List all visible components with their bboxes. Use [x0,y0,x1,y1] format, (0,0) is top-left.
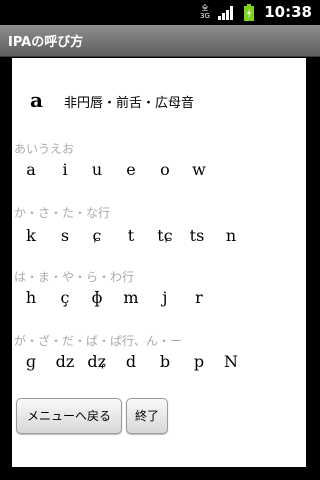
ipa-symbol-button[interactable]: u [82,160,112,179]
ipa-symbol-button[interactable]: d [116,352,146,371]
symbol-row-vowels: a i u e o w [12,160,306,182]
ipa-symbol-button[interactable]: tɕ [150,226,180,245]
ipa-symbol-button[interactable]: a [16,160,46,179]
status-time: 10:38 [264,3,312,21]
ipa-symbol-button[interactable]: b [150,352,180,371]
ipa-symbol-button[interactable]: p [184,352,214,371]
ipa-symbol-button[interactable]: h [16,288,46,307]
ipa-symbol-button[interactable]: ɕ [82,226,112,245]
ipa-symbol-button[interactable]: t [116,226,146,245]
ipa-symbol-button[interactable]: s [50,226,80,245]
status-bar: 全 3G 10:38 [0,0,320,25]
signal-icon [218,6,233,20]
group-label-k-s-t-n: か・さ・た・な行 [14,206,111,220]
ipa-symbol-button[interactable]: N [216,352,246,371]
group-label-vowels: あいうえお [14,142,75,156]
symbol-row-voiced: ɡ dz dʑ d b p N [12,352,306,374]
selected-description: 非円唇・前舌・広母音 [64,96,195,111]
ipa-symbol-button[interactable]: n [216,226,246,245]
content-panel: a 非円唇・前舌・広母音 あいうえお a i u e o w か・さ・た・な行 … [12,58,306,467]
ipa-symbol-button[interactable]: o [150,160,180,179]
group-label-h-m-y-r-w: は・ま・や・ら・わ行 [14,270,135,284]
ipa-symbol-button[interactable]: e [116,160,146,179]
exit-button[interactable]: 終了 [126,398,168,434]
ipa-symbol-button[interactable]: j [150,288,180,307]
battery-icon [244,4,254,21]
title-bar: IPAの呼び方 [0,25,320,57]
ipa-symbol-button[interactable]: m [116,288,146,307]
ipa-symbol-button[interactable]: ɸ [82,288,112,307]
ipa-symbol-button[interactable]: ç [50,288,80,307]
ipa-symbol-button[interactable]: dʑ [82,352,112,371]
ipa-symbol-button[interactable]: i [50,160,80,179]
ipa-symbol-button[interactable]: k [16,226,46,245]
ipa-symbol-button[interactable]: w [184,160,214,179]
ipa-symbol-button[interactable]: dz [50,352,80,371]
back-to-menu-button[interactable]: メニューへ戻る [16,398,122,434]
network-type-label: 全 3G [200,4,210,20]
symbol-row-h-m-y-r-w: h ç ɸ m j r [12,288,306,310]
group-label-voiced: が・ざ・だ・ば・ぱ行、ん・ー [14,334,183,348]
ipa-symbol-button[interactable]: ts [182,226,212,245]
ipa-symbol-button[interactable]: r [184,288,214,307]
selected-symbol: a [30,88,43,112]
ipa-symbol-button[interactable]: ɡ [16,352,46,371]
symbol-row-k-s-t-n: k s ɕ t tɕ ts n [12,226,306,248]
app-title: IPAの呼び方 [8,35,84,50]
